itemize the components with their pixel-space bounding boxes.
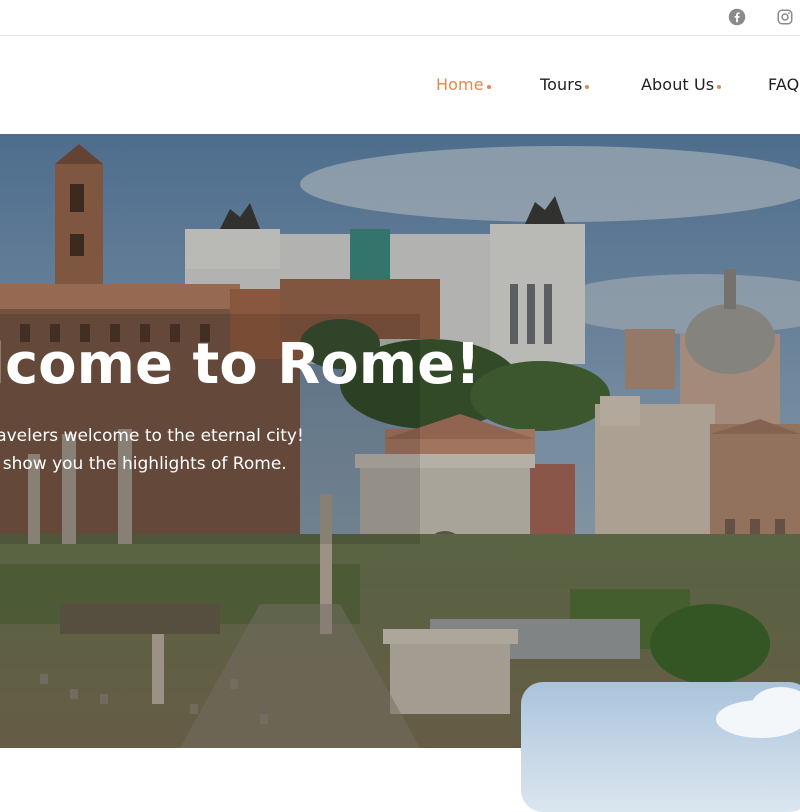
promo-image-card[interactable] — [521, 682, 800, 812]
instagram-icon[interactable] — [776, 8, 794, 26]
nav-item-about-us[interactable]: About Us — [641, 75, 722, 94]
nav-dot — [717, 85, 722, 89]
hero-subtitle-line-2: Let us show you the highlights of Rome. — [0, 454, 287, 474]
main-navigation: Home Tours About Us FAQ — [0, 37, 800, 134]
nav-dot — [585, 85, 590, 89]
nav-item-faq[interactable]: FAQ — [768, 75, 799, 94]
facebook-icon[interactable] — [728, 8, 746, 26]
nav-item-home[interactable]: Home — [436, 75, 491, 94]
nav-item-label: Tours — [540, 75, 583, 94]
hero-banner: Welcome to Rome! Our travelers welcome t… — [0, 134, 800, 748]
nav-item-tours[interactable]: Tours — [540, 75, 590, 94]
nav-item-label: Home — [436, 75, 484, 94]
nav-item-label: FAQ — [768, 75, 800, 94]
social-topbar — [0, 0, 800, 36]
hero-subtitle-line-1: Our travelers welcome to the eternal cit… — [0, 426, 304, 446]
hero-title: Welcome to Rome! — [0, 332, 481, 397]
nav-item-label: About Us — [641, 75, 715, 94]
nav-dot — [486, 85, 491, 89]
